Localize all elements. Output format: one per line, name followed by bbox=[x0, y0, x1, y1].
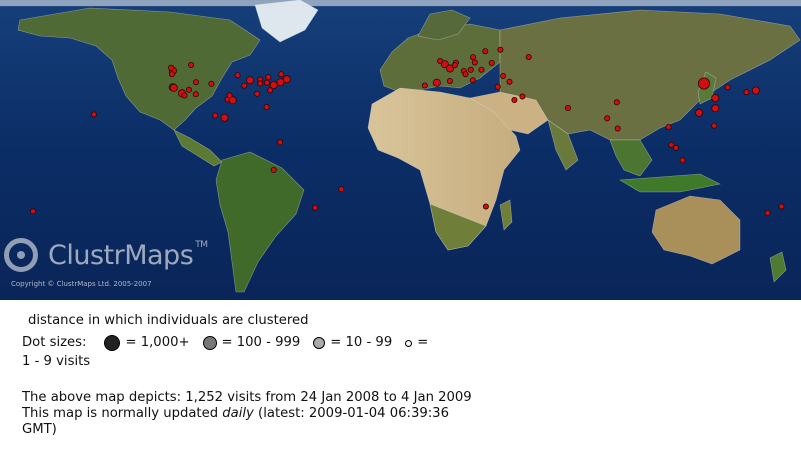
visitor-dot bbox=[192, 91, 199, 98]
visitor-dot bbox=[497, 46, 504, 53]
update-frequency: daily bbox=[222, 406, 254, 421]
visitor-dot bbox=[282, 75, 291, 84]
visitor-dot bbox=[764, 209, 771, 216]
visitor-dot bbox=[482, 48, 489, 55]
visitor-dot bbox=[212, 112, 219, 119]
visitor-dot bbox=[29, 208, 36, 215]
cluster-distance-text: distance in which individuals are cluste… bbox=[28, 313, 309, 328]
map-info: distance in which individuals are cluste… bbox=[22, 313, 482, 438]
legend-item-100-999: = 100 - 999 bbox=[202, 335, 301, 351]
visitor-dot bbox=[462, 71, 469, 78]
visitor-dot bbox=[90, 111, 97, 118]
visitor-dot bbox=[778, 203, 785, 210]
visitor-dot bbox=[208, 80, 215, 87]
visitor-dot bbox=[519, 93, 526, 100]
visitor-dot bbox=[234, 72, 241, 79]
legend-item-1000plus: = 1,000+ bbox=[104, 335, 190, 351]
visitor-dot bbox=[511, 97, 518, 104]
legend-visits-tail: 1 - 9 visits bbox=[22, 354, 91, 369]
visitor-dot bbox=[263, 79, 270, 86]
visitor-dot bbox=[565, 105, 572, 112]
visitor-dot bbox=[169, 83, 178, 92]
visitor-dot bbox=[613, 99, 620, 106]
visitor-dot bbox=[181, 92, 188, 99]
visitor-dot bbox=[469, 77, 476, 84]
visitor-dot bbox=[338, 186, 345, 193]
dot-medium-icon bbox=[202, 336, 217, 350]
visitor-dot bbox=[665, 124, 672, 131]
visitor-dot bbox=[220, 113, 229, 122]
visitor-dot bbox=[168, 71, 175, 78]
visitor-dot bbox=[695, 108, 704, 117]
visitor-dot bbox=[278, 71, 285, 78]
logo-text: ClustrMaps TM bbox=[48, 239, 208, 271]
visitor-dot bbox=[471, 59, 478, 66]
visitor-dot bbox=[451, 62, 458, 69]
visitor-dot bbox=[711, 122, 718, 129]
dot-small-icon bbox=[313, 337, 326, 349]
map-copyright: Copyright © ClustrMaps Ltd. 2005-2007 bbox=[11, 280, 152, 288]
visitor-dot bbox=[711, 94, 720, 103]
visitor-dot bbox=[711, 104, 720, 113]
visitor-dot bbox=[724, 84, 731, 91]
legend-label: = 100 - 999 bbox=[221, 335, 301, 350]
visitor-dot bbox=[604, 115, 611, 122]
visitor-dot bbox=[668, 141, 675, 148]
legend-label: = 1,000+ bbox=[125, 335, 190, 350]
visitor-dot bbox=[469, 54, 476, 61]
visitor-dot bbox=[698, 77, 711, 90]
map-stats: The above map depicts: 1,252 visits from… bbox=[22, 390, 482, 438]
visitor-dot bbox=[614, 125, 621, 132]
visitor-dot bbox=[254, 90, 261, 97]
visitor-dot bbox=[267, 87, 274, 94]
visitor-dot bbox=[432, 78, 441, 87]
visitor-dot bbox=[188, 62, 195, 69]
visitor-dot bbox=[743, 89, 750, 96]
visitor-dot bbox=[488, 60, 495, 67]
dot-tiny-icon bbox=[405, 339, 413, 347]
visitor-dot bbox=[192, 79, 199, 86]
visitor-dot bbox=[494, 83, 501, 90]
visitor-dot bbox=[673, 144, 680, 151]
visitor-dot bbox=[421, 82, 428, 89]
visitor-dot bbox=[751, 86, 760, 95]
visitor-dot bbox=[506, 78, 513, 85]
visitor-dot bbox=[263, 104, 270, 111]
visitor-dot bbox=[168, 64, 175, 71]
visitor-dot bbox=[482, 203, 489, 210]
visitor-dot bbox=[679, 157, 686, 164]
visitor-dot bbox=[437, 58, 444, 65]
clustrmaps-logo-icon bbox=[4, 238, 38, 272]
visitor-dot bbox=[246, 76, 255, 85]
legend-label: = bbox=[417, 335, 429, 350]
visitor-dot bbox=[500, 73, 507, 80]
dot-size-legend: Dot sizes: = 1,000+ = 100 - 999 = 10 - 9… bbox=[22, 335, 482, 351]
visitor-dot bbox=[467, 66, 474, 73]
visitor-dot bbox=[478, 66, 485, 73]
visitor-dot bbox=[226, 92, 233, 99]
visits-summary: The above map depicts: 1,252 visits from… bbox=[22, 390, 472, 405]
visitor-dot bbox=[257, 80, 264, 87]
update-info: This map is normally updated daily (late… bbox=[22, 406, 449, 437]
visitor-dot bbox=[270, 166, 277, 173]
visitor-dot bbox=[277, 139, 284, 146]
visitor-dot bbox=[241, 82, 248, 89]
visitor-dot bbox=[185, 86, 192, 93]
visitor-dot bbox=[446, 78, 453, 85]
dot-sizes-label: Dot sizes: bbox=[22, 335, 87, 350]
clustrmaps-logo[interactable]: ClustrMaps TM bbox=[4, 233, 208, 277]
visitor-dot bbox=[525, 54, 532, 61]
dot-large-icon bbox=[104, 335, 121, 351]
visitor-dot bbox=[265, 74, 272, 81]
legend-item-1-9: = bbox=[405, 335, 428, 351]
visitor-dot bbox=[312, 204, 319, 211]
legend-label: = 10 - 99 bbox=[330, 335, 393, 350]
world-map: ClustrMaps TM Copyright © ClustrMaps Ltd.… bbox=[0, 0, 801, 300]
legend-item-10-99: = 10 - 99 bbox=[313, 335, 392, 351]
